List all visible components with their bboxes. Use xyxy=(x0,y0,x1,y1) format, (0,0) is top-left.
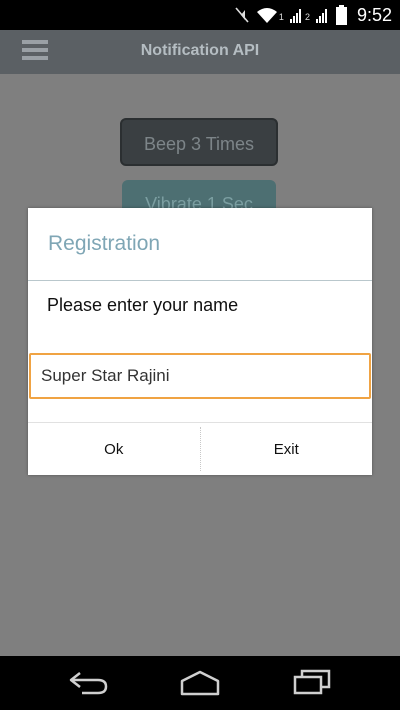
clock: 9:52 xyxy=(356,4,392,25)
name-input[interactable] xyxy=(29,353,371,399)
dialog-message: Please enter your name xyxy=(47,295,239,315)
action-bar: Notification API xyxy=(0,30,400,74)
exit-button[interactable]: Exit xyxy=(201,423,373,475)
mute-icon xyxy=(235,7,249,23)
wifi-icon xyxy=(256,8,277,23)
ok-button[interactable]: Ok xyxy=(28,423,200,475)
app-title: Notification API xyxy=(140,42,260,59)
back-icon[interactable] xyxy=(68,668,110,696)
sim1-label: 1 xyxy=(278,12,284,22)
signal-icon xyxy=(289,9,301,23)
registration-dialog: Registration Please enter your name Ok E… xyxy=(28,208,372,475)
title-divider xyxy=(28,280,372,281)
status-bar: 1 2 9:52 xyxy=(0,0,400,30)
dialog-button-row: Ok Exit xyxy=(28,423,372,475)
recents-icon[interactable] xyxy=(292,668,332,696)
home-icon[interactable] xyxy=(178,668,222,696)
signal-icon xyxy=(315,9,327,23)
battery-icon xyxy=(335,5,347,25)
sim2-label: 2 xyxy=(304,12,310,22)
dialog-title: Registration xyxy=(48,232,161,255)
navigation-bar xyxy=(0,656,400,710)
status-icons: 1 2 9:52 xyxy=(234,0,392,30)
beep-button[interactable]: Beep 3 Times xyxy=(120,118,278,166)
